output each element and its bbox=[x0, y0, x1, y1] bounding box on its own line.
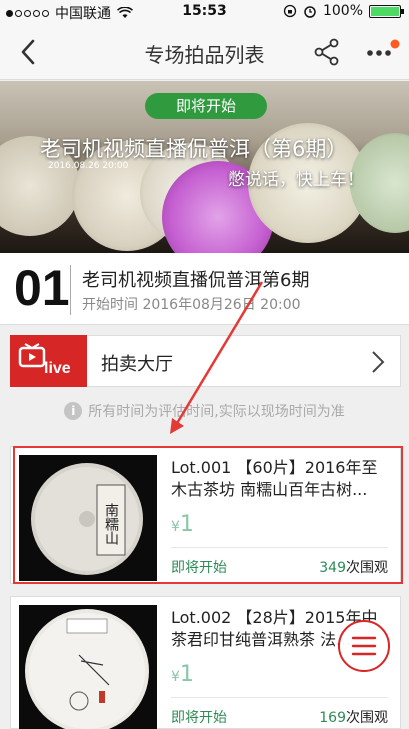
event-number: 01 bbox=[14, 260, 70, 316]
banner-title: 老司机视频直播侃普洱（第6期） bbox=[40, 137, 348, 161]
page-title: 专场拍品列表 bbox=[144, 43, 265, 67]
lot-thumbnail: 南糯山 bbox=[19, 455, 157, 581]
chevron-right-icon bbox=[372, 351, 385, 373]
event-start-time: 开始时间 2016年08月26日 20:00 bbox=[82, 297, 301, 313]
lot-title: Lot.001 【60片】2016年至木古茶坊 南糯山百年古树... bbox=[171, 458, 378, 499]
thumb-text: 南糯山 bbox=[103, 503, 119, 545]
upcoming-badge: 即将开始 bbox=[145, 93, 267, 119]
banner-date: 2016.08.26 20:00 bbox=[48, 161, 129, 171]
lot-card[interactable]: Lot.002 【28片】2015年中茶君印甘纯普洱熟茶 法... ¥1 即将开… bbox=[10, 596, 401, 729]
live-icon: live bbox=[10, 335, 87, 387]
menu-fab[interactable] bbox=[338, 620, 390, 672]
banner-slogan: 憋说话，快上车！ bbox=[228, 170, 364, 190]
more-icon[interactable] bbox=[364, 38, 400, 66]
views-suffix: 次围观 bbox=[346, 560, 388, 576]
lot-price: ¥1 bbox=[171, 512, 194, 537]
share-icon[interactable] bbox=[312, 37, 342, 67]
lot-status: 即将开始 bbox=[171, 710, 227, 726]
price-value: 1 bbox=[179, 512, 194, 537]
alarm-icon bbox=[304, 6, 316, 18]
price-value: 1 bbox=[179, 662, 194, 687]
event-info: 01 老司机视频直播侃普洱第6期 开始时间 2016年08月26日 20:00 bbox=[0, 253, 409, 325]
views-count: 349 bbox=[319, 560, 346, 576]
divider bbox=[171, 697, 388, 698]
divider bbox=[171, 547, 388, 548]
event-title: 老司机视频直播侃普洱第6期 bbox=[82, 270, 310, 291]
divider bbox=[70, 265, 71, 315]
battery-percent: 100% bbox=[322, 3, 363, 19]
info-icon: i bbox=[64, 402, 83, 420]
notice-text: 所有时间为评估时间,实际以现场时间为准 bbox=[88, 404, 345, 420]
nav-bar: 专场拍品列表 bbox=[0, 24, 409, 80]
live-label: live bbox=[44, 360, 71, 377]
auction-hall-entry[interactable]: live 拍卖大厅 bbox=[10, 335, 401, 387]
rotation-lock-icon bbox=[283, 4, 297, 18]
lot-card[interactable]: 南糯山 Lot.001 【60片】2016年至木古茶坊 南糯山百年古树... ¥… bbox=[10, 446, 401, 584]
currency-symbol: ¥ bbox=[171, 669, 180, 685]
lot-views: 169次围观 bbox=[319, 707, 388, 727]
views-suffix: 次围观 bbox=[346, 710, 388, 726]
views-count: 169 bbox=[319, 710, 346, 726]
lot-price: ¥1 bbox=[171, 662, 194, 687]
lot-thumbnail bbox=[19, 605, 157, 729]
auction-hall-label: 拍卖大厅 bbox=[101, 354, 173, 375]
currency-symbol: ¥ bbox=[171, 519, 180, 535]
battery-icon bbox=[369, 4, 404, 18]
lot-views: 349次围观 bbox=[319, 557, 388, 577]
status-bar: 中国联通 15:53 100% bbox=[0, 0, 409, 24]
event-banner[interactable]: 即将开始 老司机视频直播侃普洱（第6期） 2016.08.26 20:00 憋说… bbox=[0, 81, 409, 253]
menu-icon bbox=[351, 636, 377, 656]
lot-status: 即将开始 bbox=[171, 560, 227, 576]
time-notice: i 所有时间为评估时间,实际以现场时间为准 bbox=[0, 401, 409, 421]
